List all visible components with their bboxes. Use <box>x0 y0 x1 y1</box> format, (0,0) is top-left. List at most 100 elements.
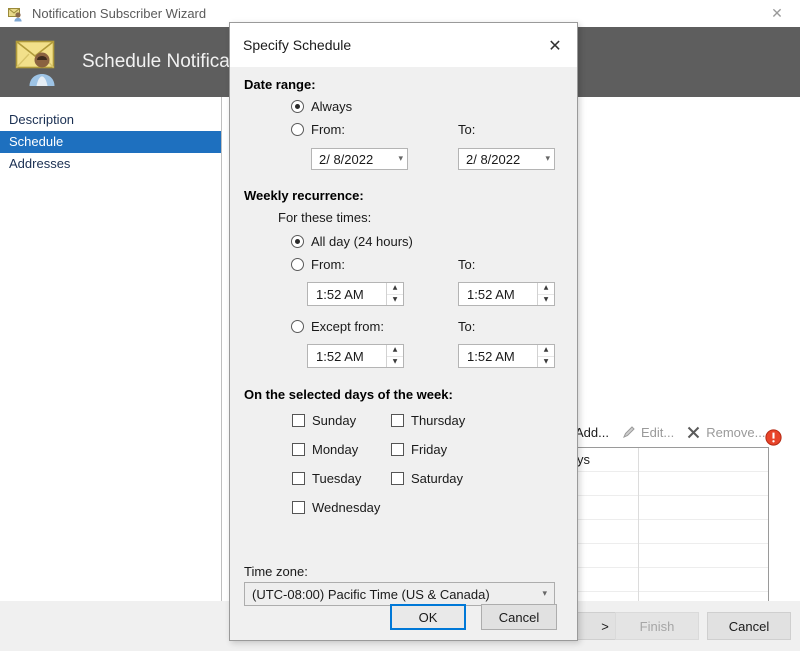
except-to-value: 1:52 AM <box>467 348 515 364</box>
app-window: Notification Subscriber Wizard ✕ Schedul… <box>0 0 800 651</box>
sidebar-item-schedule[interactable]: Schedule <box>0 131 221 153</box>
thursday-label: Thursday <box>411 413 466 428</box>
chevron-down-icon[interactable]: ▾ <box>398 154 403 164</box>
user-notification-icon <box>8 6 24 22</box>
except-from-input[interactable]: 1:52 AM ▲ ▼ <box>307 344 404 368</box>
tuesday-label: Tuesday <box>312 471 362 486</box>
window-close-icon[interactable]: ✕ <box>754 0 800 27</box>
checkbox-row-sunday[interactable]: Sunday <box>292 413 356 428</box>
spinner-up-icon[interactable]: ▲ <box>538 283 554 295</box>
table-row[interactable] <box>552 568 768 592</box>
friday-checkbox[interactable] <box>391 443 404 456</box>
wednesday-label: Wednesday <box>312 500 381 515</box>
date-to-input[interactable]: 2/ 8/2022 ▾ <box>458 148 555 170</box>
add-button-label: Add... <box>575 425 609 440</box>
table-row[interactable] <box>552 472 768 496</box>
for-these-times-label: For these times: <box>278 210 372 225</box>
date-from-value: 2/ 8/2022 <box>319 151 374 167</box>
weekly-recurrence-heading: Weekly recurrence: <box>244 188 364 203</box>
time-to-spinner[interactable]: ▲ ▼ <box>537 283 554 305</box>
envelope-user-icon <box>14 37 70 87</box>
specify-schedule-dialog: Specify Schedule ✕ Date range: Always Fr… <box>229 22 578 641</box>
thursday-checkbox[interactable] <box>391 414 404 427</box>
time-to-input[interactable]: 1:52 AM ▲ ▼ <box>458 282 555 306</box>
spinner-down-icon[interactable]: ▼ <box>387 295 403 306</box>
time-to-value: 1:52 AM <box>467 286 515 302</box>
ok-button[interactable]: OK <box>390 604 466 630</box>
date-from-input[interactable]: 2/ 8/2022 ▾ <box>311 148 408 170</box>
finish-button[interactable]: Finish <box>615 612 699 640</box>
monday-label: Monday <box>312 442 359 457</box>
date-to-value: 2/ 8/2022 <box>466 151 521 167</box>
cancel-button[interactable]: Cancel <box>707 612 791 640</box>
time-from-radio[interactable] <box>291 258 304 271</box>
table-row[interactable] <box>552 496 768 520</box>
time-from-spinner[interactable]: ▲ ▼ <box>386 283 403 305</box>
chevron-down-icon[interactable]: ▾ <box>545 154 550 164</box>
error-exclamation-icon <box>765 429 782 446</box>
table-row[interactable] <box>552 544 768 568</box>
checkbox-row-monday[interactable]: Monday <box>292 442 358 457</box>
dialog-titlebar: Specify Schedule ✕ <box>230 23 577 67</box>
saturday-checkbox[interactable] <box>391 472 404 485</box>
always-radio-row[interactable]: Always <box>291 99 352 114</box>
days-of-week-heading: On the selected days of the week: <box>244 387 453 402</box>
spinner-down-icon[interactable]: ▼ <box>538 295 554 306</box>
monday-checkbox[interactable] <box>292 443 305 456</box>
saturday-label: Saturday <box>411 471 464 486</box>
date-to-label: To: <box>458 122 476 137</box>
edit-button[interactable]: Edit... <box>617 423 678 442</box>
spinner-down-icon[interactable]: ▼ <box>538 357 554 368</box>
remove-button-label: Remove... <box>706 425 766 440</box>
time-from-radio-row[interactable]: From: <box>291 257 345 272</box>
edit-button-label: Edit... <box>640 425 675 440</box>
always-label: Always <box>311 99 353 114</box>
sunday-checkbox[interactable] <box>292 414 305 427</box>
all-day-label: All day (24 hours) <box>311 234 413 249</box>
dialog-cancel-button[interactable]: Cancel <box>481 604 557 630</box>
except-from-value: 1:52 AM <box>316 348 364 364</box>
window-title: Notification Subscriber Wizard <box>32 6 207 21</box>
wizard-sidebar: Description Schedule Addresses <box>0 97 222 601</box>
sidebar-item-addresses[interactable]: Addresses <box>0 153 221 175</box>
time-from-label: From: <box>311 257 345 272</box>
date-from-radio-row[interactable]: From: <box>291 122 345 137</box>
wednesday-checkbox[interactable] <box>292 501 305 514</box>
checkbox-row-friday[interactable]: Friday <box>391 442 447 457</box>
friday-label: Friday <box>411 442 448 457</box>
checkbox-row-saturday[interactable]: Saturday <box>391 471 463 486</box>
checkbox-row-wednesday[interactable]: Wednesday <box>292 500 380 515</box>
except-from-radio-row[interactable]: Except from: <box>291 319 384 334</box>
chevron-down-icon[interactable]: ▾ <box>542 589 547 599</box>
time-zone-value: (UTC-08:00) Pacific Time (US & Canada) <box>252 586 490 602</box>
spinner-up-icon[interactable]: ▲ <box>387 283 403 295</box>
checkbox-row-tuesday[interactable]: Tuesday <box>292 471 361 486</box>
except-from-radio[interactable] <box>291 320 304 333</box>
spinner-down-icon[interactable]: ▼ <box>387 357 403 368</box>
checkbox-row-thursday[interactable]: Thursday <box>391 413 465 428</box>
time-to-label: To: <box>458 257 476 272</box>
tuesday-checkbox[interactable] <box>292 472 305 485</box>
all-day-radio[interactable] <box>291 235 304 248</box>
except-to-input[interactable]: 1:52 AM ▲ ▼ <box>458 344 555 368</box>
dialog-close-icon[interactable]: ✕ <box>533 23 577 67</box>
table-row[interactable] <box>552 520 768 544</box>
remove-button[interactable]: Remove... <box>682 423 769 442</box>
sidebar-item-description[interactable]: Description <box>0 109 221 131</box>
always-radio[interactable] <box>291 100 304 113</box>
except-to-label: To: <box>458 319 476 334</box>
except-to-spinner[interactable]: ▲ ▼ <box>537 345 554 367</box>
time-from-value: 1:52 AM <box>316 286 364 302</box>
sunday-label: Sunday <box>312 413 357 428</box>
date-range-heading: Date range: <box>244 77 316 92</box>
table-row[interactable]: kdays <box>552 448 768 472</box>
time-from-input[interactable]: 1:52 AM ▲ ▼ <box>307 282 404 306</box>
except-from-label: Except from: <box>311 319 384 334</box>
dialog-body: Date range: Always From: To: 2/ 8/2022 ▾… <box>230 67 577 606</box>
schedule-toolbar: Add... Edit... Remove... <box>551 423 769 442</box>
spinner-up-icon[interactable]: ▲ <box>538 345 554 357</box>
except-from-spinner[interactable]: ▲ ▼ <box>386 345 403 367</box>
date-from-radio[interactable] <box>291 123 304 136</box>
all-day-radio-row[interactable]: All day (24 hours) <box>291 234 413 249</box>
spinner-up-icon[interactable]: ▲ <box>387 345 403 357</box>
